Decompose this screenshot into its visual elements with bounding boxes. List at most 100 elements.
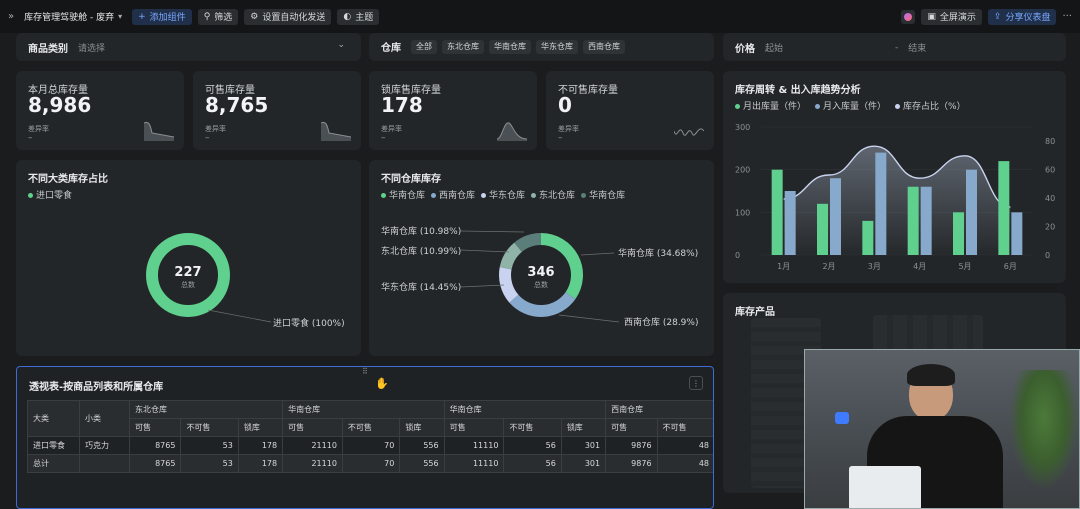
y2-tick-label: 80: [1045, 137, 1055, 146]
theme-button[interactable]: ◐ 主题: [337, 8, 380, 25]
price-filter: 价格 起始 - 结束: [723, 33, 1066, 61]
header-subcolumn: 可售: [443, 418, 505, 437]
person-hair: [907, 364, 955, 386]
filter-button[interactable]: ⚲ 筛选: [197, 8, 239, 25]
panel-title: 库存产品: [735, 307, 775, 318]
cell-value: 301: [560, 454, 607, 473]
fullscreen-button[interactable]: ▣ 全屏演示: [921, 8, 982, 25]
cell-value: 70: [341, 454, 401, 473]
x-tick-label: 6月: [1004, 262, 1017, 271]
header-category: 大类: [27, 400, 80, 437]
cell-value: 11110: [443, 436, 505, 455]
header-subcolumn: 锁库: [399, 418, 445, 437]
y-tick-label: 100: [735, 208, 750, 217]
warehouse-chip[interactable]: 全部: [411, 39, 437, 54]
header-subcolumn: 锁库: [237, 418, 284, 437]
bar: [907, 186, 919, 255]
warehouse-stock-panel: 不同仓库库存 华南仓库 西南仓库 华东仓库 东北仓库 华南仓库 346 总数 华南仓库 …: [369, 160, 714, 356]
donut-slice: [499, 242, 523, 270]
sparkline: [321, 121, 351, 141]
price-separator: -: [895, 42, 899, 53]
cell-value: 11110: [443, 454, 505, 473]
warehouse-chip[interactable]: 华东仓库: [536, 39, 578, 54]
warehouse-label: 仓库: [381, 43, 401, 54]
share-dashboard-button[interactable]: ⇪ 分享仪表盘: [987, 8, 1057, 25]
palette-icon: ◐: [343, 11, 352, 22]
donut-slice: [509, 291, 576, 317]
y2-tick-label: 0: [1045, 251, 1050, 260]
add-component-button[interactable]: + 添加组件: [132, 8, 192, 25]
trend-panel: 库存周转 & 出入库趋势分析 月出库量（件） 月入库量（件） 库存占比（%） 300…: [723, 71, 1066, 283]
cell-value: 56: [503, 436, 562, 455]
webcam-overlay: [804, 349, 1080, 509]
drag-handle-icon[interactable]: ⠿: [362, 367, 368, 376]
gear-icon: ⚙: [250, 11, 259, 22]
bar: [966, 169, 977, 255]
warehouse-chip[interactable]: 西南仓库: [583, 39, 625, 54]
donut-slice: [499, 267, 519, 303]
header-subcolumn: 可售: [128, 418, 182, 437]
header-warehouse: 西南仓库: [605, 400, 713, 419]
cell-subcategory: [79, 454, 130, 473]
cell-value: 178: [237, 436, 284, 455]
x-tick-label: 3月: [868, 262, 881, 271]
sparkline: [674, 128, 704, 136]
sparkline: [144, 121, 174, 141]
label-leader: [460, 230, 525, 233]
more-options-button[interactable]: ⋮: [689, 376, 703, 390]
filter-icon: ⚲: [203, 11, 211, 22]
warehouse-chip[interactable]: 华南仓库: [489, 39, 531, 54]
chevron-down-icon[interactable]: ▾: [118, 12, 122, 21]
bar: [1011, 212, 1023, 255]
cell-subcategory: 巧克力: [79, 436, 130, 455]
label-leader: [580, 252, 615, 256]
cell-value: 556: [399, 454, 445, 473]
cell-value: 8765: [128, 454, 182, 473]
price-start-input[interactable]: 起始: [765, 41, 895, 54]
label-leader: [460, 284, 505, 288]
donut-center-label: 总数: [181, 280, 195, 289]
kpi-card-locked: 锁库售库存量 178 差异率 –: [369, 71, 537, 150]
price-label: 价格: [735, 44, 755, 55]
bar: [817, 203, 828, 255]
warehouse-chip[interactable]: 东北仓库: [442, 39, 484, 54]
table-row: 进口零食 巧克力 8765 53 178 21110 70 556 11110 56 301 9876…: [27, 436, 713, 455]
category-filter[interactable]: 商品类别 请选择 ⌄: [16, 33, 361, 61]
slice-label: 西南仓库 (28.9%): [624, 316, 698, 328]
header-warehouse: 东北仓库: [128, 400, 284, 419]
bar: [830, 178, 841, 255]
cell-value: 48: [656, 454, 713, 473]
chevron-down-icon[interactable]: ⌄: [337, 40, 345, 50]
trend-combo-chart: 30020010008060402001月 2月 3月 4月 5月 6月: [735, 123, 1055, 271]
dashboard-title: 库存管理驾驶舱 - 废弃: [24, 13, 115, 23]
cell-value: 21110: [282, 436, 343, 455]
category-label: 商品类别: [28, 44, 68, 55]
price-end-input[interactable]: 结束: [908, 41, 926, 54]
y2-tick-label: 60: [1045, 166, 1055, 175]
pivot-table-panel[interactable]: 透视表-按商品列表和所属仓库 ⠿ ✋ ⋮ 大类 小类 东北仓库 华南仓库 华南仓…: [16, 366, 714, 509]
auto-send-button[interactable]: ⚙ 设置自动化发送: [244, 8, 332, 25]
label-leader: [207, 309, 272, 323]
x-tick-label: 4月: [913, 262, 926, 271]
label-leader: [460, 249, 510, 253]
label-leader: [558, 314, 620, 323]
sparkline: [497, 122, 527, 141]
laptop: [849, 466, 921, 508]
donut-slice: [514, 233, 542, 253]
cell-value: 556: [399, 436, 445, 455]
pivot-table: 大类 小类 东北仓库 华南仓库 华南仓库 西南仓库 可售 不可售 锁库 可售 不可售 锁库…: [27, 400, 713, 473]
present-icon: ▣: [927, 11, 936, 22]
slice-label: 华南仓库 (10.98%): [381, 225, 461, 237]
plant: [1009, 370, 1079, 490]
bar: [784, 191, 796, 255]
more-icon[interactable]: ···: [1062, 11, 1072, 22]
header-subcolumn: 可售: [282, 418, 343, 437]
kpi-card-unsellable: 不可售库存量 0 差异率 –: [546, 71, 714, 150]
ai-assistant-icon[interactable]: [901, 9, 916, 24]
y-tick-label: 300: [735, 123, 750, 132]
slice-label: 东北仓库 (10.99%): [381, 245, 461, 257]
cell-value: 8765: [128, 436, 182, 455]
cell-category: 总计: [27, 454, 80, 473]
expand-sidebar-icon[interactable]: »: [8, 11, 14, 22]
donut-center-value: 227: [174, 265, 201, 280]
